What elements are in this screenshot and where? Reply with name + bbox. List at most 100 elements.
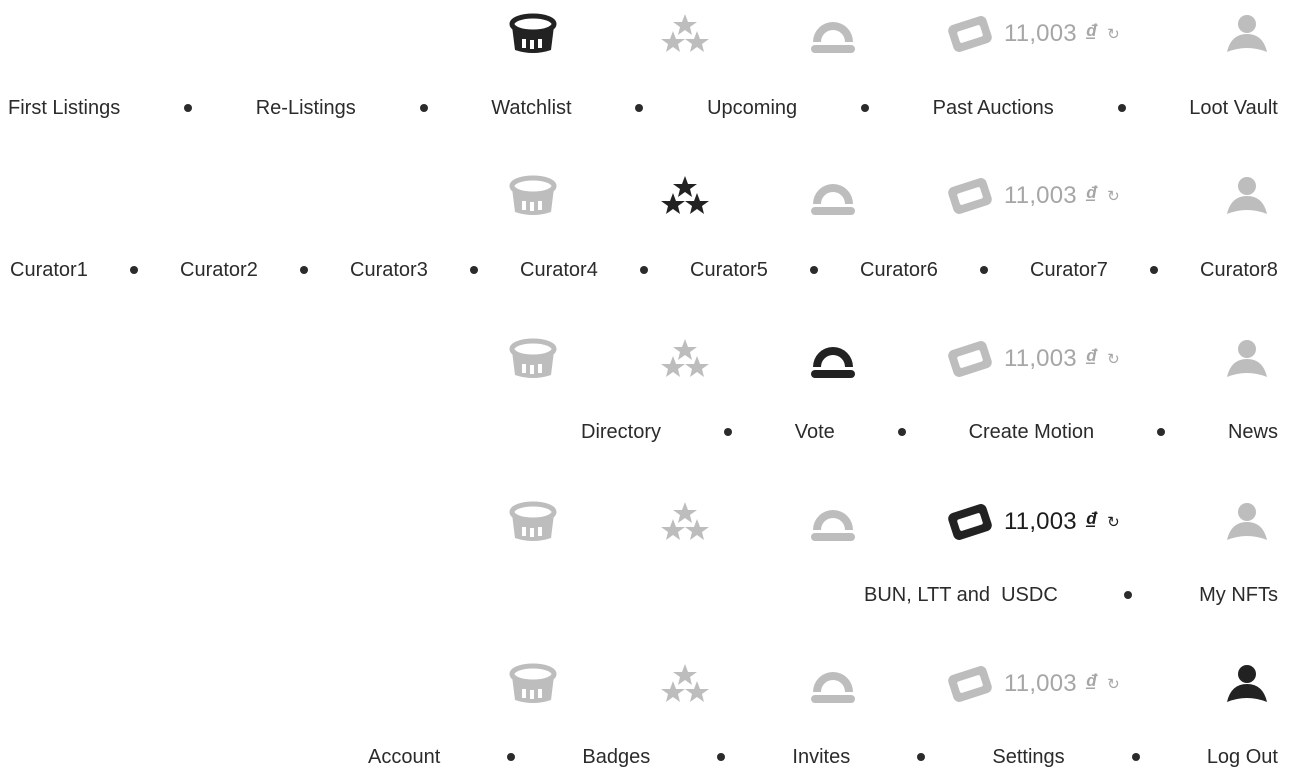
wallet-balance[interactable]: 11,003 ₫ ↻ <box>944 335 1120 383</box>
nav-icon-bar: 11,003 ₫ ↻ <box>0 0 1294 60</box>
link-curator4[interactable]: Curator4 <box>520 259 598 282</box>
link-past-auctions[interactable]: Past Auctions <box>933 97 1054 120</box>
separator-dot <box>639 266 648 274</box>
auction-basket-icon[interactable] <box>507 174 559 218</box>
refresh-icon[interactable]: ↻ <box>1107 350 1120 368</box>
link-log-out[interactable]: Log Out <box>1207 746 1278 769</box>
link-loot-vault[interactable]: Loot Vault <box>1189 97 1278 120</box>
link-curator7[interactable]: Curator7 <box>1030 259 1108 282</box>
currency-symbol: ₫ <box>1084 508 1098 535</box>
auction-basket-icon[interactable] <box>507 337 559 381</box>
wallet-icon <box>944 662 996 706</box>
link-curator2[interactable]: Curator2 <box>180 259 258 282</box>
separator-dot <box>469 266 478 274</box>
separator-dot <box>1131 753 1140 761</box>
currency-symbol: ₫ <box>1084 345 1098 372</box>
refresh-icon[interactable]: ↻ <box>1107 675 1120 693</box>
submenu-governance: Directory Vote Create Motion News <box>581 414 1278 450</box>
submenu-wallet: BUN, LTT and USDC My NFTs <box>864 577 1278 613</box>
stars-icon[interactable] <box>659 337 711 381</box>
stars-icon[interactable] <box>659 500 711 544</box>
refresh-icon[interactable]: ↻ <box>1107 25 1120 43</box>
balance-amount: 11,003 <box>1004 182 1077 209</box>
link-upcoming[interactable]: Upcoming <box>707 97 797 120</box>
balance-amount: 11,003 <box>1004 670 1077 697</box>
separator-dot <box>635 104 644 112</box>
nav-icon-bar: 11,003 ₫ ↻ <box>0 325 1294 385</box>
link-watchlist[interactable]: Watchlist <box>491 97 571 120</box>
link-invites[interactable]: Invites <box>792 746 850 769</box>
user-icon[interactable] <box>1221 12 1273 56</box>
nav-icon-bar: 11,003 ₫ ↻ <box>0 162 1294 222</box>
separator-dot <box>183 104 192 112</box>
wallet-icon <box>944 500 996 544</box>
link-curator6[interactable]: Curator6 <box>860 259 938 282</box>
link-vote[interactable]: Vote <box>795 421 835 444</box>
link-first-listings[interactable]: First Listings <box>8 97 120 120</box>
stars-icon[interactable] <box>659 12 711 56</box>
wallet-balance[interactable]: 11,003 ₫ ↻ <box>944 10 1120 58</box>
currency-symbol: ₫ <box>1084 20 1098 47</box>
nav-icon-bar: 11,003 ₫ ↻ <box>0 650 1294 710</box>
link-bun-ltt-usdc[interactable]: BUN, LTT and USDC <box>864 584 1058 607</box>
stars-icon[interactable] <box>659 174 711 218</box>
refresh-icon[interactable]: ↻ <box>1107 513 1120 531</box>
link-create-motion[interactable]: Create Motion <box>969 421 1095 444</box>
auction-basket-icon[interactable] <box>507 662 559 706</box>
link-curator8[interactable]: Curator8 <box>1200 259 1278 282</box>
link-my-nfts[interactable]: My NFTs <box>1199 584 1278 607</box>
separator-dot <box>723 428 732 436</box>
separator-dot <box>1157 428 1166 436</box>
balance-amount: 11,003 <box>1004 20 1077 47</box>
auction-basket-icon[interactable] <box>507 500 559 544</box>
separator-dot <box>129 266 138 274</box>
link-curator3[interactable]: Curator3 <box>350 259 428 282</box>
separator-dot <box>897 428 906 436</box>
separator-dot <box>717 753 726 761</box>
link-curator1[interactable]: Curator1 <box>10 259 88 282</box>
wallet-icon <box>944 174 996 218</box>
separator-dot <box>1124 591 1133 599</box>
submenu-profile: Account Badges Invites Settings Log Out <box>368 739 1278 775</box>
wallet-balance[interactable]: 11,003 ₫ ↻ <box>944 172 1120 220</box>
currency-symbol: ₫ <box>1084 670 1098 697</box>
nav-icon-bar: 11,003 ₫ ↻ <box>0 488 1294 548</box>
separator-dot <box>860 104 869 112</box>
link-directory[interactable]: Directory <box>581 421 661 444</box>
governance-dome-icon[interactable] <box>807 337 859 381</box>
separator-dot <box>419 104 428 112</box>
link-settings[interactable]: Settings <box>992 746 1064 769</box>
submenu-auctions: First Listings Re-Listings Watchlist Upc… <box>8 90 1278 126</box>
user-icon[interactable] <box>1221 500 1273 544</box>
submenu-curators: Curator1 Curator2 Curator3 Curator4 Cura… <box>10 252 1278 288</box>
link-news[interactable]: News <box>1228 421 1278 444</box>
wallet-balance[interactable]: 11,003 ₫ ↻ <box>944 660 1120 708</box>
link-badges[interactable]: Badges <box>582 746 650 769</box>
separator-dot <box>299 266 308 274</box>
separator-dot <box>1149 266 1158 274</box>
balance-amount: 11,003 <box>1004 345 1077 372</box>
separator-dot <box>979 266 988 274</box>
separator-dot <box>809 266 818 274</box>
governance-dome-icon[interactable] <box>807 12 859 56</box>
wallet-balance[interactable]: 11,003 ₫ ↻ <box>944 498 1120 546</box>
wallet-icon <box>944 12 996 56</box>
balance-amount: 11,003 <box>1004 508 1077 535</box>
user-icon[interactable] <box>1221 337 1273 381</box>
governance-dome-icon[interactable] <box>807 662 859 706</box>
currency-symbol: ₫ <box>1084 182 1098 209</box>
link-re-listings[interactable]: Re-Listings <box>256 97 356 120</box>
user-icon[interactable] <box>1221 174 1273 218</box>
link-curator5[interactable]: Curator5 <box>690 259 768 282</box>
auction-basket-icon[interactable] <box>507 12 559 56</box>
stars-icon[interactable] <box>659 662 711 706</box>
user-icon[interactable] <box>1221 662 1273 706</box>
separator-dot <box>917 753 926 761</box>
wallet-icon <box>944 337 996 381</box>
link-account[interactable]: Account <box>368 746 440 769</box>
refresh-icon[interactable]: ↻ <box>1107 187 1120 205</box>
governance-dome-icon[interactable] <box>807 500 859 544</box>
separator-dot <box>507 753 516 761</box>
governance-dome-icon[interactable] <box>807 174 859 218</box>
separator-dot <box>1117 104 1126 112</box>
